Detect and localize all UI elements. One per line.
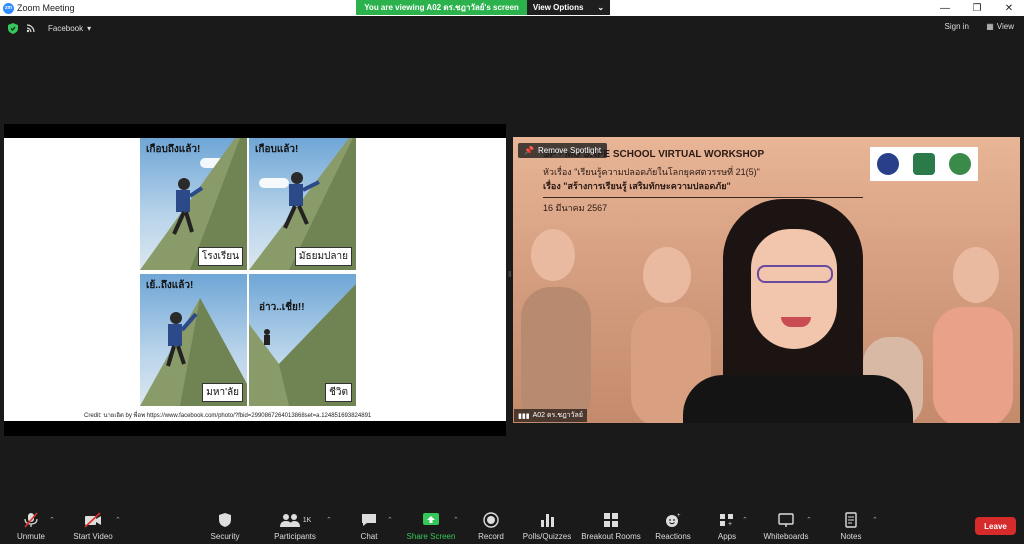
splitter-handle[interactable]: ‖ [508, 270, 511, 286]
view-button[interactable]: ▦ View [986, 22, 1014, 31]
comic-speech: เกือบแล้ว! [255, 144, 299, 155]
pin-icon: 📌 [524, 146, 534, 155]
mahidol-logo [949, 153, 971, 175]
spotlight-video-tile[interactable]: SP - MU SAFE SCHOOL VIRTUAL WORKSHOP หัว… [513, 137, 1020, 423]
reactions-label: Reactions [655, 532, 691, 541]
start-video-label: Start Video [73, 532, 113, 541]
svg-text:+: + [677, 513, 681, 519]
participants-options-caret[interactable]: ⌃ [326, 516, 332, 524]
workshop-date: 16 มีนาคม 2567 [543, 203, 608, 213]
whiteboards-options-caret[interactable]: ⌃ [806, 516, 812, 524]
polls-quizzes-button[interactable]: Polls/Quizzes [512, 512, 582, 541]
chat-label: Chat [360, 532, 378, 541]
remove-spotlight-button[interactable]: 📌 Remove Spotlight [518, 143, 608, 158]
view-label: View [996, 22, 1014, 31]
safety-logo [913, 153, 935, 175]
meeting-topbar: Facebook ▾ Sign in ▦ View [0, 16, 1024, 40]
chat-button[interactable]: Chat [334, 512, 404, 541]
sign-in-button[interactable]: Sign in [945, 22, 969, 31]
security-label: Security [210, 532, 240, 541]
comic-strip-image: เกือบถึงแล้ว! โรงเรียน เกือบแล้ว! มัธยมป… [140, 138, 356, 406]
polls-quizzes-label: Polls/Quizzes [522, 532, 572, 541]
comic-panel: เย้..ถึงแล้ว! มหา'ลัย [140, 274, 247, 406]
smiley-icon: + [666, 513, 681, 527]
comic-caption: โรงเรียน [197, 247, 243, 266]
whiteboards-label: Whiteboards [763, 532, 809, 541]
image-credit-text: Credit: นายเอิด by พี่อพ https://www.fac… [84, 413, 372, 419]
university-logo [877, 153, 899, 175]
screen-share-banner: You are viewing A02 ดร.ชฎาวัลย์'s screen… [356, 0, 610, 15]
organization-logos [870, 147, 978, 181]
signal-bars-icon: ▮▮▮ [518, 412, 530, 420]
comic-panel: เกือบถึงแล้ว! โรงเรียน [140, 138, 247, 270]
facebook-live-menu[interactable]: Facebook ▾ [48, 24, 91, 33]
breakout-rooms-icon [604, 513, 618, 527]
divider [543, 197, 863, 198]
meeting-toolbar: Unmute ⌃ Start Video ⌃ Security 1K Parti… [0, 506, 1024, 544]
security-button[interactable]: Security [190, 512, 260, 541]
close-icon[interactable]: ✕ [992, 0, 1024, 16]
participants-button[interactable]: 1K Participants [260, 512, 330, 541]
audio-options-caret[interactable]: ⌃ [49, 516, 55, 524]
comic-caption: มหา'ลัย [202, 383, 243, 402]
caret-down-icon: ▾ [87, 23, 92, 33]
comic-caption: ชีวิต [325, 383, 352, 402]
comic-speech: เย้..ถึงแล้ว! [146, 280, 194, 291]
comic-caption: มัธยมปลาย [294, 247, 352, 266]
bar-chart-icon [541, 514, 554, 527]
notes-label: Notes [840, 532, 862, 541]
participant-name-tag: ▮▮▮ A02 ดร.ชฎาวัลย์ [514, 409, 587, 422]
security-shield-icon [219, 513, 231, 527]
leave-button[interactable]: Leave [975, 517, 1016, 535]
comic-speech: อ่าว..เชี่ย!! [259, 302, 305, 313]
chevron-down-icon: ⌄ [597, 3, 605, 12]
viewing-screen-text: You are viewing A02 ดร.ชฎาวัลย์'s screen [356, 0, 527, 15]
apps-label: Apps [717, 532, 737, 541]
apps-options-caret[interactable]: ⌃ [742, 516, 748, 524]
remove-spotlight-label: Remove Spotlight [537, 146, 602, 155]
maximize-icon[interactable]: ❐ [960, 0, 994, 16]
whiteboard-icon [778, 513, 794, 527]
breakout-rooms-button[interactable]: Breakout Rooms [576, 512, 646, 541]
microphone-muted-icon [24, 512, 38, 528]
participants-count: 1K [302, 516, 312, 524]
minimize-icon[interactable]: — [928, 0, 962, 16]
zoom-app-icon: zm [3, 2, 14, 14]
participants-icon [279, 514, 300, 527]
connection-icon[interactable] [26, 23, 36, 33]
notes-icon [845, 512, 857, 528]
workshop-topic: หัวเรื่อง "เรียนรู้ความปลอดภัยในโลกยุคศต… [543, 167, 760, 177]
share-screen-label: Share Screen [406, 532, 456, 541]
view-options-label: View Options [532, 3, 584, 12]
view-options-button[interactable]: View Options ⌄ [527, 0, 610, 15]
apps-icon: + [720, 514, 733, 528]
workshop-subtopic: เรื่อง "สร้างการเรียนรู้ เสริมทักษะความป… [543, 181, 731, 191]
notes-options-caret[interactable]: ⌃ [872, 516, 878, 524]
comic-panel: เกือบแล้ว! มัธยมปลาย [249, 138, 356, 270]
unmute-label: Unmute [16, 532, 45, 541]
comic-speech: เกือบถึงแล้ว! [146, 144, 201, 155]
record-label: Record [478, 532, 504, 541]
video-options-caret[interactable]: ⌃ [115, 516, 121, 524]
shield-icon[interactable] [8, 22, 18, 34]
participant-name: A02 ดร.ชฎาวัลย์ [532, 412, 583, 419]
record-icon [483, 512, 499, 528]
window-title: Zoom Meeting [17, 3, 75, 13]
video-camera-off-icon [84, 512, 101, 528]
view-grid-icon: ▦ [986, 22, 994, 31]
unmute-button[interactable]: Unmute [0, 512, 66, 541]
breakout-rooms-label: Breakout Rooms [581, 532, 641, 541]
svg-text:+: + [728, 521, 732, 528]
chat-bubble-icon [362, 514, 376, 526]
facebook-label: Facebook [48, 23, 84, 33]
participants-label: Participants [274, 532, 316, 541]
chat-options-caret[interactable]: ⌃ [387, 516, 393, 524]
comic-panel: อ่าว..เชี่ย!! ชีวิต [249, 274, 356, 406]
share-screen-icon [423, 513, 439, 525]
